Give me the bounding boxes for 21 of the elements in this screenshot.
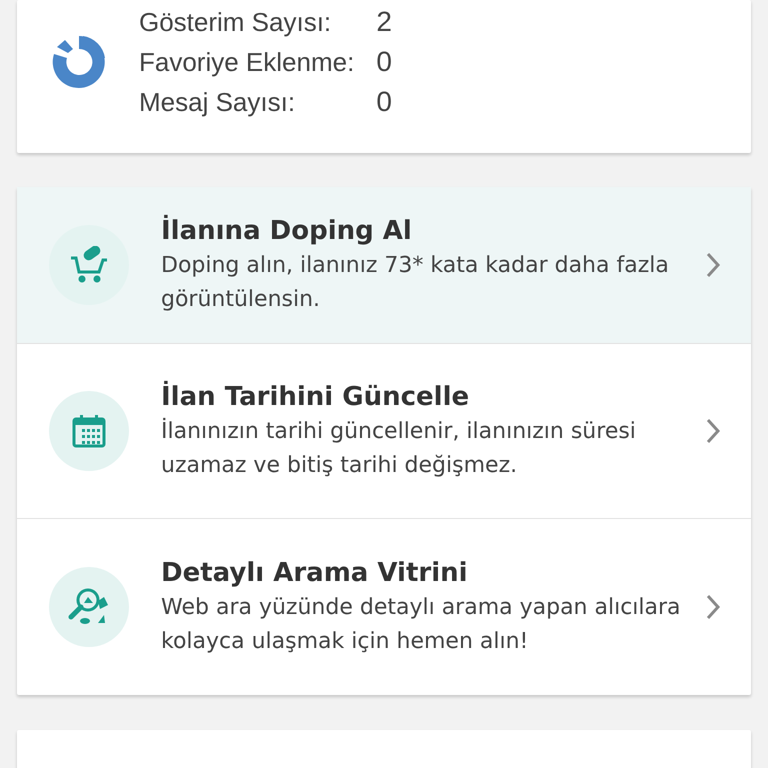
action-item[interactable]: İlanına Doping Al Doping alın, ilanınız 73* kata kadar daha fazla görüntülensin. <box>17 187 751 344</box>
cart-icon <box>69 246 109 284</box>
chevron-right-icon <box>705 417 721 445</box>
action-title: İlanına Doping Al <box>161 214 413 248</box>
action-item[interactable]: Detaylı Arama Vitrini Web ara yüzünde detaylı arama yapan alıcılara kolayca ulaşmak için hemen alın! <box>17 519 751 695</box>
calendar-icon <box>72 414 106 448</box>
action-description: İlanınızın tarihi güncellenir, ilanınızın süresi uzamaz ve bitiş tarihi değişmez. <box>161 416 637 480</box>
stat-label: Gösterim Sayısı: <box>139 6 332 39</box>
action-description: Web ara yüzünde detaylı arama yapan alıcılara kolayca ulaşmak için hemen alın! <box>161 594 682 656</box>
stat-value: 0 <box>376 85 392 119</box>
action-item[interactable]: İlan Tarihini Güncelle İlanınızın tarihi güncellenir, ilanınızın süresi uzamaz ve bitiş tarihi değişmez. <box>17 344 751 519</box>
stat-label: Favoriye Eklenme: <box>139 46 354 79</box>
action-description: Doping alın, ilanınız 73* kata kadar daha fazla görüntülensin. <box>161 252 670 314</box>
stat-value: 2 <box>376 5 392 39</box>
stat-label: Mesaj Sayısı: <box>139 86 296 119</box>
stat-value: 0 <box>376 45 392 79</box>
search-icon <box>68 587 110 627</box>
chevron-right-icon <box>705 593 721 621</box>
action-title: İlan Tarihini Güncelle <box>161 380 470 414</box>
action-title: Detaylı Arama Vitrini <box>161 557 469 590</box>
chevron-right-icon <box>705 251 721 279</box>
